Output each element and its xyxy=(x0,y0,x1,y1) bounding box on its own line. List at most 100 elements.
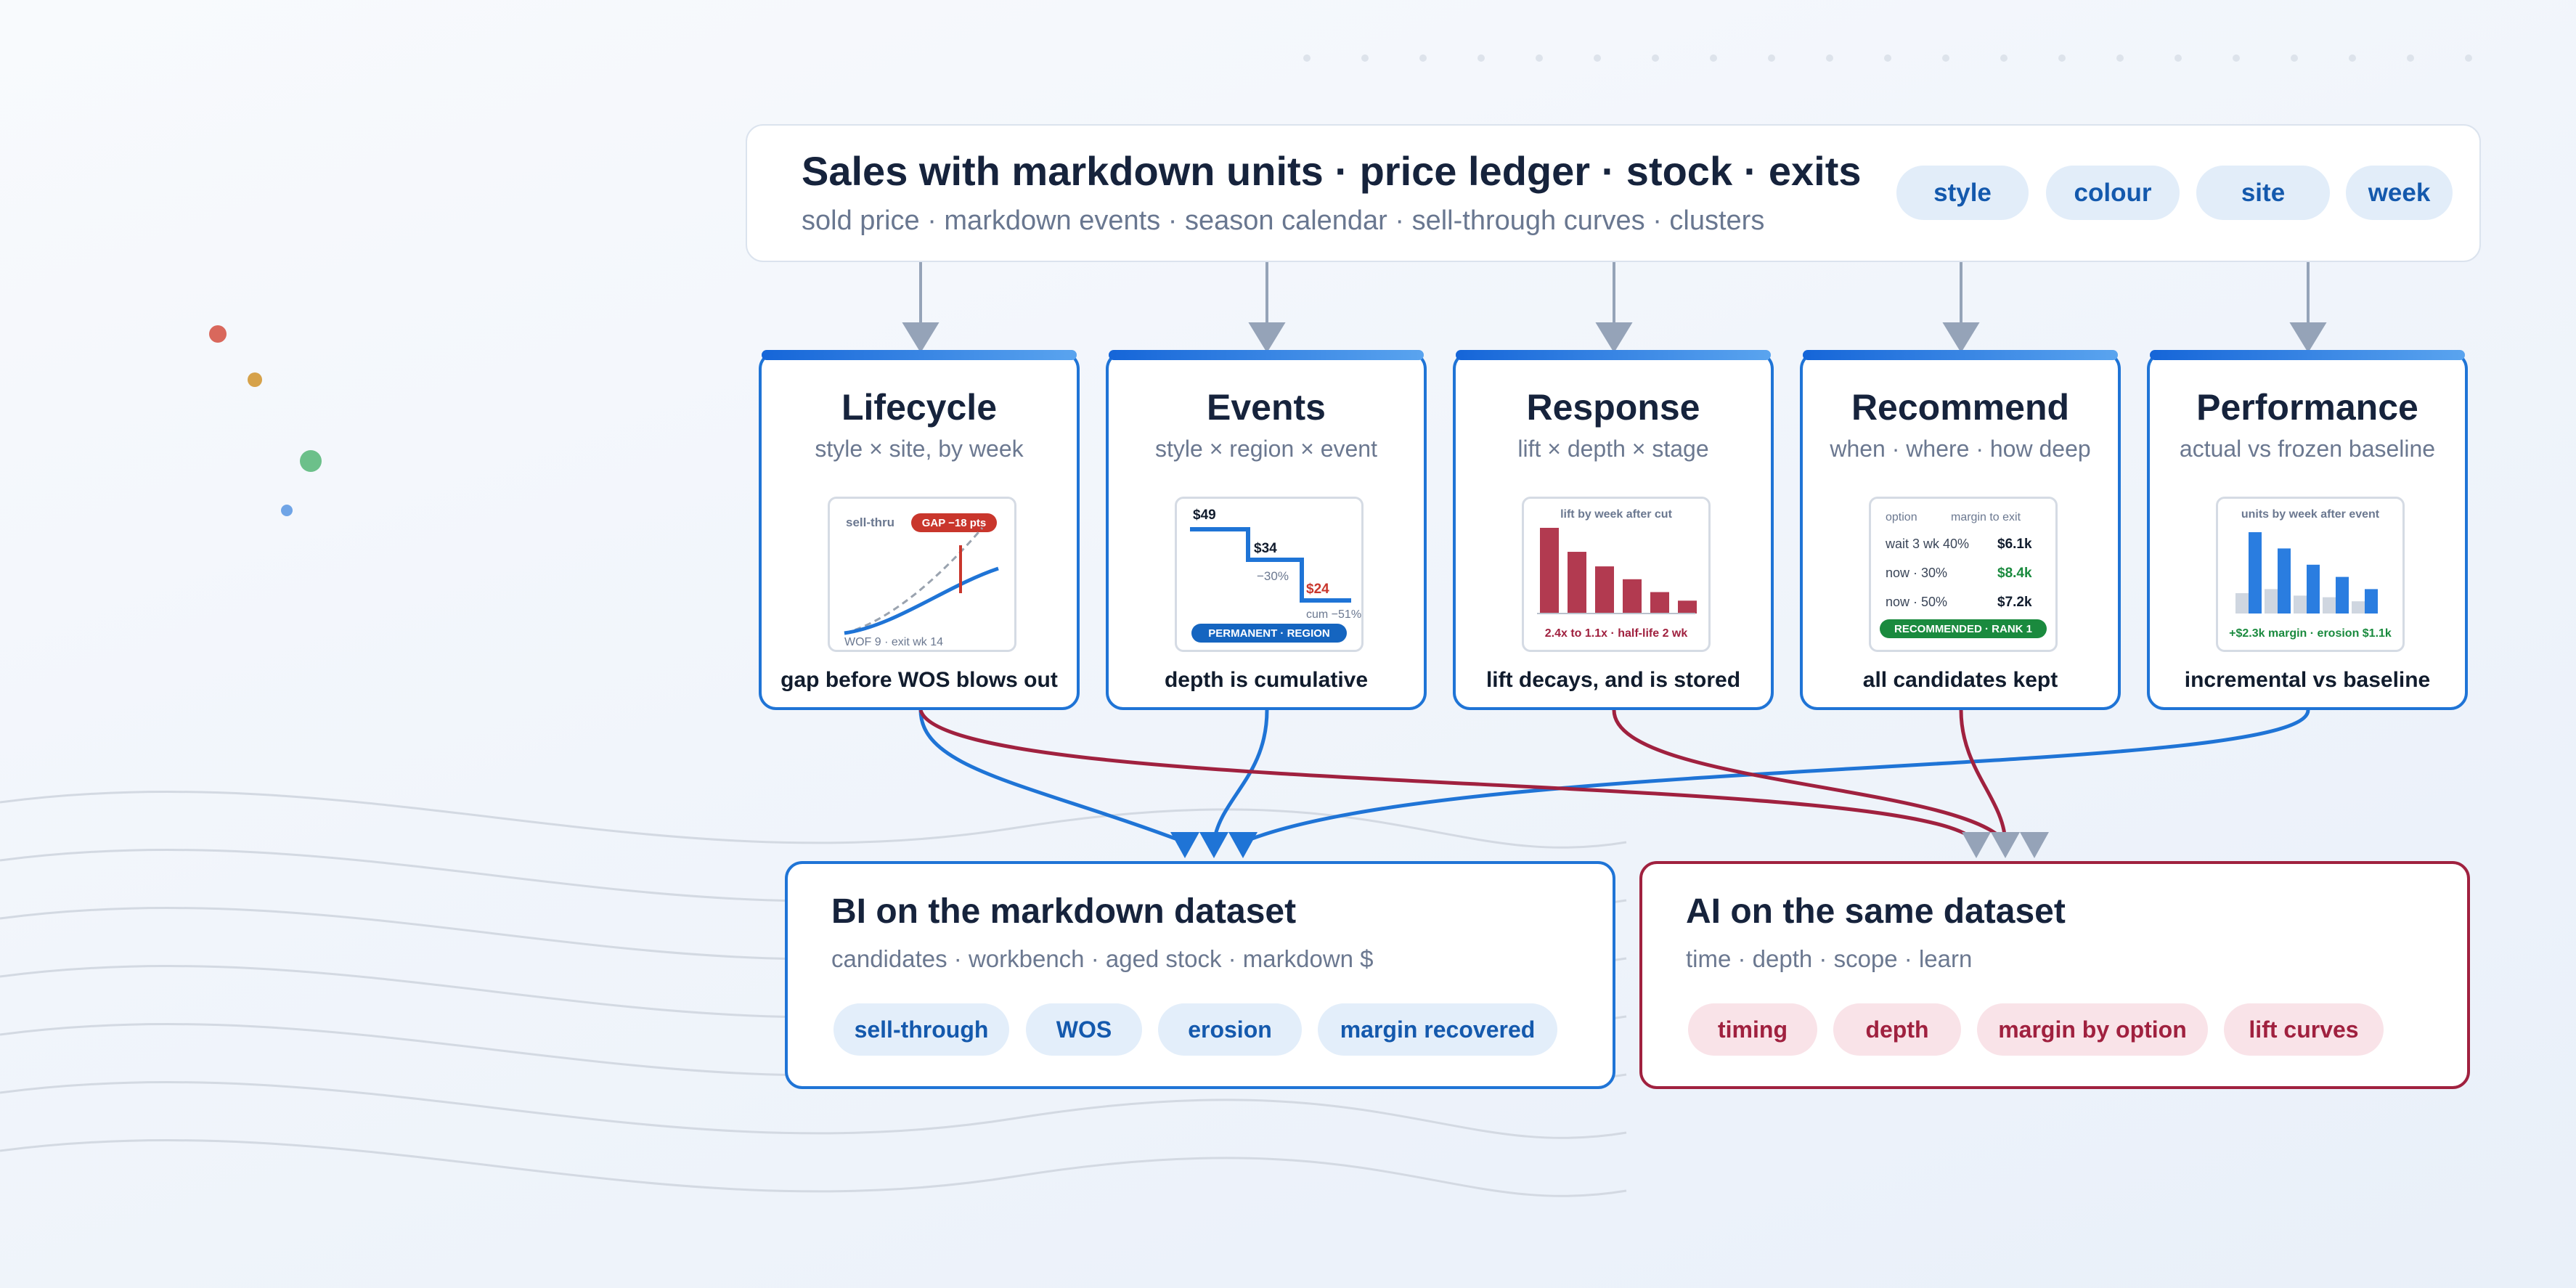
cum-pct: cum −51% xyxy=(1306,608,1361,621)
lift-bar xyxy=(1623,579,1642,614)
step-pct: −30% xyxy=(1257,569,1289,583)
card-caption: all candidates kept xyxy=(1862,668,2058,692)
card-accent-bar xyxy=(1109,350,1424,360)
bi-tag-erosion: erosion xyxy=(1158,1003,1302,1056)
grain-pill-week: week xyxy=(2346,166,2453,220)
margin-row-1: $6.1k xyxy=(1997,537,2032,552)
lift-bar xyxy=(1650,592,1669,614)
bi-tag-wos: WOS xyxy=(1026,1003,1142,1056)
arrowhead-bi-2 xyxy=(1199,832,1228,858)
flow-recommend-ai xyxy=(1959,709,2008,843)
lifecycle-thumbnail: sell-thru GAP −18 pts WOF 9 · exit wk 14 xyxy=(828,497,1016,652)
ai-tag-lift-curves: lift curves xyxy=(2224,1003,2384,1056)
actual-bar xyxy=(2307,564,2320,614)
actual-curve xyxy=(844,566,999,635)
flow-performance-bi xyxy=(1242,709,2310,844)
recommended-badge: RECOMMENDED · RANK 1 xyxy=(1894,623,2032,635)
ai-panel: AI on the same dataset time · depth · sc… xyxy=(1639,861,2470,1089)
header-title: Sales with markdown units · price ledger… xyxy=(802,148,1862,194)
card-title: Lifecycle xyxy=(841,387,997,428)
lift-bar xyxy=(1540,528,1559,614)
card-recommend: Recommend when · where · how deep option… xyxy=(1800,350,2121,710)
events-thumbnail: $49 $34 −30% $24 cum −51% PERMANENT · RE… xyxy=(1175,497,1364,652)
card-accent-bar xyxy=(762,350,1077,360)
col-option-header: option xyxy=(1886,511,1917,523)
lift-footer: 2.4x to 1.1x · half-life 2 wk xyxy=(1545,627,1688,640)
card-title: Events xyxy=(1207,387,1326,428)
card-subtitle: lift × depth × stage xyxy=(1517,436,1709,462)
ai-tag-timing: timing xyxy=(1688,1003,1817,1056)
arrowhead-bi-1 xyxy=(1170,832,1199,858)
flow-lifecycle-ai xyxy=(918,709,1978,844)
gap-badge: GAP −18 pts xyxy=(922,517,987,529)
option-row-1: wait 3 wk 40% xyxy=(1885,537,1969,551)
card-subtitle: style × region × event xyxy=(1155,436,1377,462)
card-lifecycle: Lifecycle style × site, by week sell-thr… xyxy=(759,350,1080,710)
header-subtitle: sold price · markdown events · season ca… xyxy=(802,205,1765,236)
lift-bar xyxy=(1678,600,1697,614)
actual-bar xyxy=(2249,532,2262,614)
flow-events-bi xyxy=(1212,709,1269,843)
permanent-badge: PERMANENT · REGION xyxy=(1208,627,1330,640)
card-title: Recommend xyxy=(1851,387,2070,428)
card-caption: gap before WOS blows out xyxy=(780,668,1058,692)
ai-tag-depth: depth xyxy=(1833,1003,1961,1056)
price-1: $49 xyxy=(1193,508,1216,523)
bi-panel: BI on the markdown dataset candidates · … xyxy=(785,861,1615,1089)
flow-response-ai xyxy=(1612,709,2007,844)
option-row-3: now · 50% xyxy=(1886,595,1947,609)
performance-thumbnail: units by week after event +$2.3k margin … xyxy=(2216,497,2405,652)
baseline-bar xyxy=(2265,589,2278,614)
baseline-bar xyxy=(2294,595,2307,614)
bi-title: BI on the markdown dataset xyxy=(831,892,1297,931)
col-margin-header: margin to exit xyxy=(1951,511,2021,523)
card-subtitle: when · where · how deep xyxy=(1830,436,2091,462)
margin-row-2: $8.4k xyxy=(1997,566,2032,581)
baseline-bar xyxy=(2352,601,2365,614)
baseline-bar xyxy=(2235,593,2249,614)
actual-bar xyxy=(2278,548,2291,614)
actual-bar xyxy=(2336,576,2349,614)
baseline-bar xyxy=(2323,597,2336,614)
card-caption: depth is cumulative xyxy=(1164,668,1369,692)
lift-bar xyxy=(1568,552,1586,614)
recommend-thumbnail: option margin to exit wait 3 wk 40% $6.1… xyxy=(1869,497,2058,652)
bi-tag-margin-recovered: margin recovered xyxy=(1318,1003,1557,1056)
perf-footer: +$2.3k margin · erosion $1.1k xyxy=(2229,627,2392,640)
arrowhead-bi-3 xyxy=(1228,832,1258,858)
grain-pill-colour: colour xyxy=(2046,166,2180,220)
ai-title: AI on the same dataset xyxy=(1686,892,2066,931)
card-performance: Performance actual vs frozen baseline un… xyxy=(2147,350,2468,710)
grain-pill-style: style xyxy=(1896,166,2029,220)
card-title: Response xyxy=(1526,387,1700,428)
wof-footer: WOF 9 · exit wk 14 xyxy=(844,636,943,648)
ai-subtitle: time · depth · scope · learn xyxy=(1686,945,1973,972)
margin-row-3: $7.2k xyxy=(1997,595,2032,610)
bi-tag-sell-through: sell-through xyxy=(833,1003,1009,1056)
actual-bar xyxy=(2365,589,2378,614)
card-caption: lift decays, and is stored xyxy=(1485,668,1741,692)
arrowhead-ai-1 xyxy=(1962,832,1991,858)
units-label: units by week after event xyxy=(2241,508,2380,521)
card-response: Response lift × depth × stage lift by we… xyxy=(1453,350,1774,710)
card-subtitle: actual vs frozen baseline xyxy=(2179,436,2436,462)
arrowhead-ai-2 xyxy=(1991,832,2020,858)
option-row-2: now · 30% xyxy=(1886,566,1947,580)
bi-subtitle: candidates · workbench · aged stock · ma… xyxy=(831,945,1374,972)
card-events: Events style × region × event $49 $34 −3… xyxy=(1106,350,1427,710)
card-accent-bar xyxy=(1803,350,2118,360)
lift-label: lift by week after cut xyxy=(1560,508,1672,521)
ai-tag-margin-by-option: margin by option xyxy=(1977,1003,2208,1056)
card-title: Performance xyxy=(2196,387,2418,428)
response-thumbnail: lift by week after cut 2.4x to 1.1x · ha… xyxy=(1522,497,1711,652)
price-2: $34 xyxy=(1254,541,1277,556)
flow-lifecycle-bi xyxy=(918,709,1186,844)
arrowhead-ai-3 xyxy=(2020,832,2049,858)
card-subtitle: style × site, by week xyxy=(815,436,1024,462)
card-accent-bar xyxy=(2150,350,2465,360)
price-3: $24 xyxy=(1306,582,1329,597)
lift-bar xyxy=(1595,566,1614,614)
sellthru-label: sell-thru xyxy=(846,515,894,529)
grain-pill-site: site xyxy=(2196,166,2330,220)
card-caption: incremental vs baseline xyxy=(2184,668,2431,692)
